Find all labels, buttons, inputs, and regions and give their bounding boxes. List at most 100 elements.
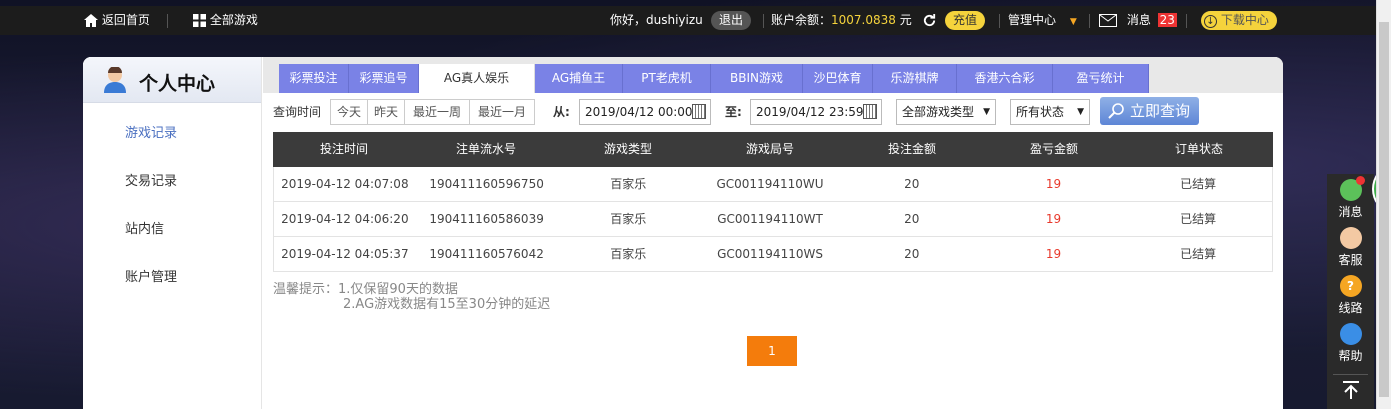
cell-bet-amount: 20: [904, 177, 920, 191]
cell-round-id: GC001194110WT: [717, 212, 823, 226]
arrow-up-icon: [1342, 381, 1359, 399]
column-header: 盈亏金额: [1029, 142, 1078, 156]
column-header: 游戏局号: [745, 142, 794, 156]
support-icon: [1339, 227, 1362, 249]
cell-status: 已结算: [1180, 212, 1217, 226]
divider: [167, 14, 168, 28]
scrollbar-thumb[interactable]: [1379, 22, 1389, 397]
chevron-down-icon: ▼: [1069, 17, 1077, 27]
chevron-down-icon: ▼: [1077, 107, 1084, 117]
cell-bet-time: 2019-04-12 04:05:37: [281, 247, 409, 261]
refresh-icon: [923, 13, 936, 27]
query-button[interactable]: 立即查询: [1100, 97, 1199, 125]
all-games-link[interactable]: 全部游戏: [193, 6, 258, 35]
tab-bbin[interactable]: BBIN游戏: [711, 64, 803, 93]
right-float-bar: 消息 客服 ? 线路 帮助: [1327, 174, 1374, 409]
page-button[interactable]: 1: [747, 336, 797, 366]
float-help[interactable]: 帮助: [1327, 323, 1374, 364]
today-button[interactable]: 今天: [330, 99, 368, 125]
tab-ag-fishing[interactable]: AG捕鱼王: [535, 64, 623, 93]
table-row: 2019-04-12 04:06:20 190411160586039 百家乐 …: [273, 202, 1273, 237]
column-header: 游戏类型: [603, 142, 652, 156]
table-row: 2019-04-12 04:07:08 190411160596750 百家乐 …: [273, 167, 1273, 202]
status-value: 所有状态: [1016, 105, 1065, 119]
home-link[interactable]: 返回首页: [84, 6, 150, 35]
cell-serial: 190411160586039: [429, 212, 544, 226]
cell-profit: 19: [1045, 212, 1062, 226]
yesterday-button[interactable]: 昨天: [367, 99, 405, 125]
tab-hk-mark-six[interactable]: 香港六合彩: [957, 64, 1053, 93]
user-icon: [104, 67, 126, 93]
refresh-button[interactable]: [922, 6, 937, 35]
float-routes[interactable]: ? 线路: [1327, 275, 1374, 316]
float-messages[interactable]: 消息: [1327, 176, 1374, 220]
query-time-label: 查询时间: [273, 105, 322, 119]
query-button-label: 立即查询: [1130, 102, 1191, 120]
game-type-select[interactable]: 全部游戏类型 ▼: [896, 99, 996, 125]
float-service[interactable]: 客服: [1327, 227, 1374, 268]
chat-icon: [1339, 176, 1365, 201]
last-week-button[interactable]: 最近一周: [404, 99, 470, 125]
sidebar-item-account[interactable]: 账户管理: [125, 266, 177, 285]
filter-bar: 查询时间 今天 昨天 最近一周 最近一月 从: 2019/04/12 00:00…: [263, 93, 1283, 133]
divider: [1089, 14, 1090, 28]
sidebar-item-game-records[interactable]: 游戏记录: [125, 122, 177, 141]
status-select[interactable]: 所有状态 ▼: [1010, 99, 1090, 125]
from-datetime-value: 2019/04/12 00:00: [585, 105, 693, 119]
column-header: 投注时间: [319, 142, 368, 156]
float-service-label: 客服: [1338, 253, 1363, 267]
grid-icon: [193, 14, 206, 27]
calendar-icon[interactable]: [692, 104, 706, 119]
from-datetime-input[interactable]: 2019/04/12 00:00: [579, 99, 711, 125]
to-datetime-input[interactable]: 2019/04/12 23:59: [750, 99, 882, 125]
messages-label: 消息: [1126, 13, 1151, 27]
download-center-button[interactable]: ↓ 下载中心: [1201, 11, 1277, 30]
tips: 温馨提示：1.仅保留90天的数据 2.AG游戏数据有15至30分钟的延迟: [273, 282, 550, 312]
cell-bet-time: 2019-04-12 04:07:08: [281, 177, 409, 191]
tab-profit-stats[interactable]: 盈亏统计: [1053, 64, 1149, 93]
question-icon: ?: [1339, 275, 1362, 297]
messages-link[interactable]: 消息 23: [1099, 6, 1177, 35]
search-icon: [1108, 103, 1124, 119]
tab-saba-sports[interactable]: 沙巴体育: [803, 64, 873, 93]
main-panel: 个人中心 游戏记录 交易记录 站内信 账户管理 彩票投注 彩票追号 AG真人娱乐…: [83, 57, 1283, 409]
tab-leyou-chess[interactable]: 乐游棋牌: [873, 64, 957, 93]
sidebar-item-transactions[interactable]: 交易记录: [125, 170, 177, 189]
calendar-icon[interactable]: [863, 104, 877, 119]
last-month-button[interactable]: 最近一月: [469, 99, 535, 125]
records-table: 投注时间 注单流水号 游戏类型 游戏局号 投注金额 盈亏金额 订单状态 2019…: [273, 132, 1273, 272]
sidebar-item-inbox[interactable]: 站内信: [125, 218, 164, 237]
chevron-down-icon: ▼: [983, 107, 990, 117]
recharge-button[interactable]: 充值: [945, 11, 986, 30]
back-to-top-button[interactable]: [1327, 380, 1374, 406]
cell-status: 已结算: [1180, 247, 1217, 261]
tip-line-1: 温馨提示：1.仅保留90天的数据: [273, 282, 458, 297]
cell-profit: 19: [1045, 247, 1062, 261]
divider: [763, 14, 764, 28]
tab-pt-slots[interactable]: PT老虎机: [623, 64, 711, 93]
cell-status: 已结算: [1180, 177, 1217, 191]
admin-center-label: 管理中心: [1008, 13, 1057, 27]
tab-lottery-chase[interactable]: 彩票追号: [349, 64, 419, 93]
cell-game-type: 百家乐: [610, 177, 647, 191]
admin-center-menu[interactable]: 管理中心 ▼: [1008, 6, 1077, 35]
message-count-badge: 23: [1157, 13, 1177, 27]
cell-serial: 190411160596750: [429, 177, 544, 191]
tab-lottery-bet[interactable]: 彩票投注: [279, 64, 349, 93]
page-scrollbar[interactable]: [1376, 0, 1391, 409]
divider: [1333, 374, 1368, 375]
column-header: 投注金额: [887, 142, 936, 156]
tab-bar: 彩票投注 彩票追号 AG真人娱乐 AG捕鱼王 PT老虎机 BBIN游戏 沙巴体育…: [263, 57, 1283, 93]
tab-ag-live[interactable]: AG真人娱乐: [419, 64, 535, 93]
download-icon: ↓: [1204, 15, 1217, 28]
table-header: 投注时间 注单流水号 游戏类型 游戏局号 投注金额 盈亏金额 订单状态: [273, 132, 1273, 167]
cell-profit: 19: [1045, 177, 1062, 191]
balance: 账户余额：1007.0838 元: [771, 6, 912, 35]
gauge-icon: [1339, 323, 1362, 345]
divider: [999, 14, 1000, 28]
sidebar-header: 个人中心: [83, 57, 261, 103]
float-help-label: 帮助: [1338, 349, 1363, 363]
logout-button[interactable]: 退出: [711, 11, 752, 30]
to-label: 至:: [725, 105, 742, 119]
greeting: 你好，dushiyizu: [610, 13, 703, 27]
